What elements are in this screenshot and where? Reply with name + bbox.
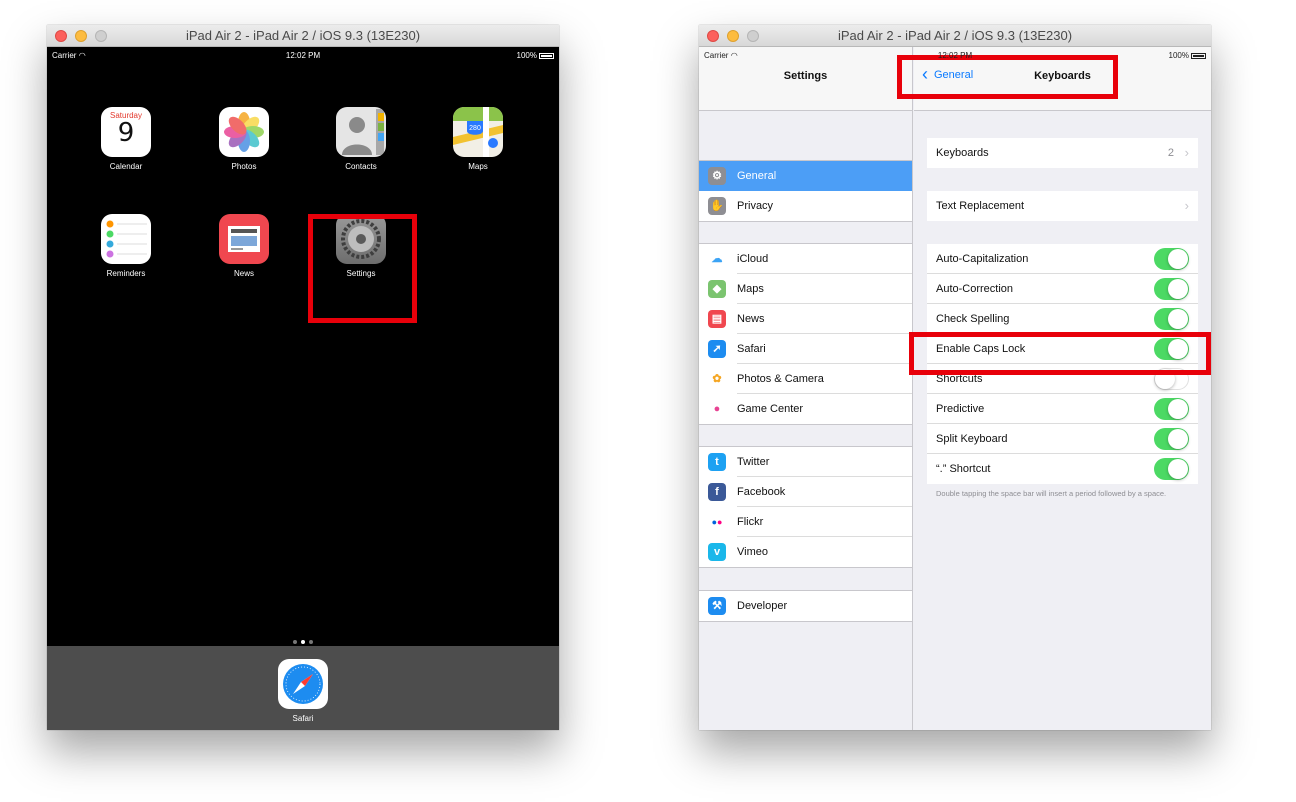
app-maps[interactable]: 280 Maps xyxy=(438,107,518,171)
settings-highlight-box xyxy=(308,214,417,323)
page-dot-current xyxy=(301,640,305,644)
simulator-window-home: iPad Air 2 - iPad Air 2 / iOS 9.3 (13E23… xyxy=(47,25,559,730)
shortcuts-highlight-box xyxy=(909,332,1211,375)
settings-master-pane: Settings ⚙ General ✋ Privacy ☁ iCloud ◆ … xyxy=(699,47,913,730)
chevron-right-icon: › xyxy=(1184,145,1189,160)
master-title: Settings xyxy=(783,70,828,82)
predictive-row: Predictive xyxy=(927,394,1198,424)
settings-group-2: ☁ iCloud ◆ Maps ▤ News ➚ Safari ✿ Photos… xyxy=(699,243,912,425)
settings-group-4: ⚒ Developer xyxy=(699,590,912,622)
simulator-window-settings: iPad Air 2 - iPad Air 2 / iOS 9.3 (13E23… xyxy=(699,25,1211,730)
window-title: iPad Air 2 - iPad Air 2 / iOS 9.3 (13E23… xyxy=(837,28,1073,43)
status-bar: Carrier ◠ 12:02 PM 100% xyxy=(699,47,1211,63)
hand-icon: ✋ xyxy=(708,197,726,215)
auto-correction-switch[interactable] xyxy=(1154,278,1189,300)
settings-screen: Carrier ◠ 12:02 PM 100% Settings ⚙ Gener… xyxy=(699,47,1211,730)
settings-group-3: t Twitter f Facebook ●● Flickr v Vimeo xyxy=(699,446,912,568)
flower-icon: ✿ xyxy=(708,370,726,388)
keyboards-detail-pane: ‹ General Keyboards Keyboards 2 › Text R… xyxy=(914,47,1211,730)
status-time: 12:02 PM xyxy=(937,51,973,60)
compass-icon: ➚ xyxy=(708,340,726,358)
vimeo-icon: v xyxy=(708,543,726,561)
app-photos[interactable]: Photos xyxy=(204,107,284,171)
period-shortcut-row: “.” Shortcut xyxy=(927,454,1198,484)
auto-capitalization-switch[interactable] xyxy=(1154,248,1189,270)
battery-icon xyxy=(1191,52,1206,59)
news-icon xyxy=(219,214,269,264)
app-contacts[interactable]: Contacts xyxy=(321,107,401,171)
flickr-icon: ●● xyxy=(708,513,726,531)
news-icon: ▤ xyxy=(708,310,726,328)
reminders-icon xyxy=(101,214,151,264)
contacts-icon xyxy=(336,107,386,157)
maps-icon: 280 xyxy=(453,107,503,157)
text-replacement-group: Text Replacement › xyxy=(927,191,1198,221)
status-time: 12:02 PM xyxy=(285,51,321,60)
auto-capitalization-row: Auto-Capitalization xyxy=(927,244,1198,274)
sidebar-item-safari[interactable]: ➚ Safari xyxy=(708,334,912,364)
window-title: iPad Air 2 - iPad Air 2 / iOS 9.3 (13E23… xyxy=(185,28,421,43)
check-spelling-row: Check Spelling xyxy=(927,304,1198,334)
cloud-icon: ☁ xyxy=(708,250,726,268)
sidebar-item-privacy[interactable]: ✋ Privacy xyxy=(708,191,912,221)
check-spelling-switch[interactable] xyxy=(1154,308,1189,330)
calendar-icon: Saturday 9 xyxy=(101,107,151,157)
sidebar-item-maps[interactable]: ◆ Maps xyxy=(708,274,912,304)
photos-flower-icon xyxy=(219,107,269,157)
app-reminders[interactable]: Reminders xyxy=(86,214,166,278)
search-page-dot xyxy=(293,640,297,644)
sidebar-item-developer[interactable]: ⚒ Developer xyxy=(708,591,912,621)
hammer-icon: ⚒ xyxy=(708,597,726,615)
text-replacement-row[interactable]: Text Replacement › xyxy=(927,191,1198,221)
battery-icon xyxy=(539,52,554,59)
sidebar-item-news[interactable]: ▤ News xyxy=(708,304,912,334)
svg-text:280: 280 xyxy=(469,125,481,132)
split-keyboard-row: Split Keyboard xyxy=(927,424,1198,454)
period-shortcut-switch[interactable] xyxy=(1154,458,1189,480)
status-bar: Carrier ◠ 12:02 PM 100% xyxy=(47,47,559,63)
window-titlebar[interactable]: iPad Air 2 - iPad Air 2 / iOS 9.3 (13E23… xyxy=(699,25,1211,47)
dock: Safari xyxy=(47,646,559,730)
sidebar-item-game-center[interactable]: ● Game Center xyxy=(708,394,912,424)
period-shortcut-footnote: Double tapping the space bar will insert… xyxy=(936,489,1167,498)
battery-status: 100% xyxy=(1169,51,1206,60)
keyboards-group: Keyboards 2 › xyxy=(927,138,1198,168)
maps-icon: ◆ xyxy=(708,280,726,298)
sidebar-item-icloud[interactable]: ☁ iCloud xyxy=(708,244,912,274)
sidebar-item-twitter[interactable]: t Twitter xyxy=(708,447,912,477)
facebook-icon: f xyxy=(708,483,726,501)
predictive-switch[interactable] xyxy=(1154,398,1189,420)
sidebar-item-photos-camera[interactable]: ✿ Photos & Camera xyxy=(708,364,912,394)
split-keyboard-switch[interactable] xyxy=(1154,428,1189,450)
sidebar-item-facebook[interactable]: f Facebook xyxy=(708,477,912,507)
bubbles-icon: ● xyxy=(708,400,726,418)
sidebar-item-general[interactable]: ⚙ General xyxy=(699,161,912,191)
sidebar-item-flickr[interactable]: ●● Flickr xyxy=(708,507,912,537)
battery-status: 100% xyxy=(517,51,554,60)
app-calendar[interactable]: Saturday 9 Calendar xyxy=(86,107,166,171)
settings-group-1: ⚙ General ✋ Privacy xyxy=(699,160,912,222)
app-safari[interactable]: Safari xyxy=(263,659,343,723)
gear-icon: ⚙ xyxy=(708,167,726,185)
sidebar-item-vimeo[interactable]: v Vimeo xyxy=(708,537,912,567)
home-screen: Carrier ◠ 12:02 PM 100% Saturday 9 Calen… xyxy=(47,47,559,730)
keyboards-count: 2 xyxy=(1167,147,1174,159)
chevron-right-icon: › xyxy=(1184,198,1189,213)
twitter-icon: t xyxy=(708,453,726,471)
page-dot xyxy=(309,640,313,644)
compass-icon xyxy=(278,659,328,709)
auto-correction-row: Auto-Correction xyxy=(927,274,1198,304)
app-news[interactable]: News xyxy=(204,214,284,278)
window-titlebar[interactable]: iPad Air 2 - iPad Air 2 / iOS 9.3 (13E23… xyxy=(47,25,559,47)
keyboards-row[interactable]: Keyboards 2 › xyxy=(927,138,1198,168)
